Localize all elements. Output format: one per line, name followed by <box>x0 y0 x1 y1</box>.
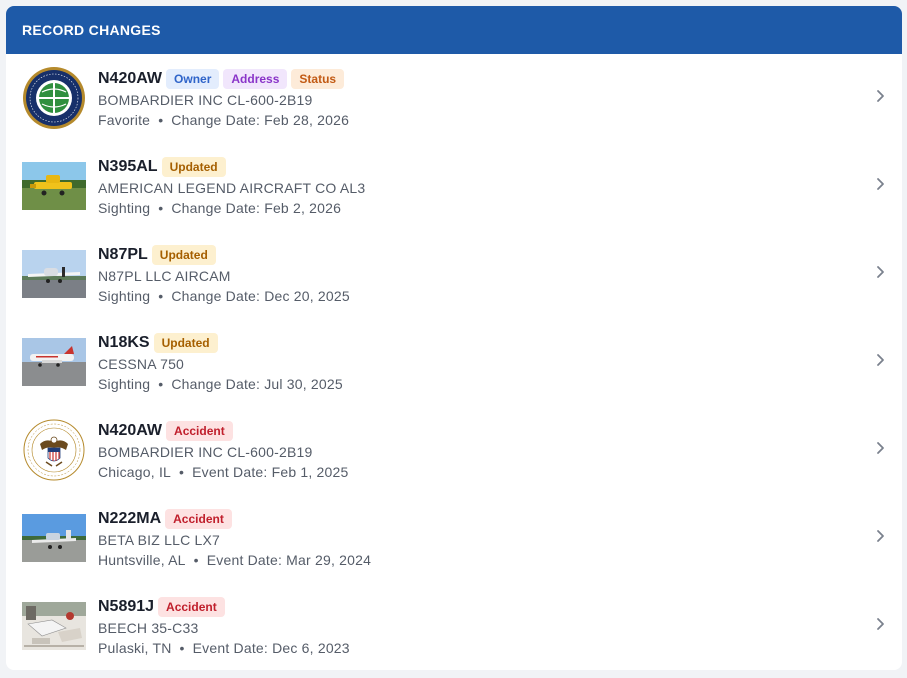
record-info: N18KS Updated CESSNA 750 Sighting • Change Da… <box>98 332 343 394</box>
chevron-right-icon[interactable] <box>876 614 888 634</box>
record-date: Event Date: Mar 29, 2024 <box>206 552 372 568</box>
chevron-right-icon[interactable] <box>876 174 888 194</box>
aircraft-photo-thumbnail <box>22 602 86 650</box>
record-source: Huntsville, AL <box>98 552 186 568</box>
separator-dot: • <box>158 112 164 128</box>
aircraft-photo-thumbnail <box>22 338 86 386</box>
accident-badge: Accident <box>165 509 232 529</box>
card-header: RECORD CHANGES <box>6 6 902 54</box>
record-heading: N87PL Updated <box>98 244 350 266</box>
aircraft-model: N87PL LLC AIRCAM <box>98 268 231 284</box>
separator-dot: • <box>179 640 185 656</box>
chevron-right-icon[interactable] <box>876 350 888 370</box>
aircraft-model: BETA BIZ LLC LX7 <box>98 532 220 548</box>
record-list: N420AW Owner Address Status BOMBARDIER INC C… <box>6 54 902 670</box>
aircraft-model: CESSNA 750 <box>98 356 185 372</box>
separator-dot: • <box>158 288 164 304</box>
record-source: Favorite <box>98 112 151 128</box>
tail-number: N420AW <box>98 422 163 439</box>
ntsb-seal-thumbnail <box>22 418 86 482</box>
aircraft-photo-thumbnail <box>22 514 86 562</box>
record-row[interactable]: N222MA Accident BETA BIZ LLC LX7 Huntsville… <box>6 494 902 582</box>
record-heading: N18KS Updated <box>98 332 343 354</box>
record-date: Event Date: Dec 6, 2023 <box>192 640 350 656</box>
record-source: Sighting <box>98 376 151 392</box>
aircraft-model: BOMBARDIER INC CL-600-2B19 <box>98 444 313 460</box>
record-meta: Chicago, IL • Event Date: Feb 1, 2025 <box>98 462 349 482</box>
chevron-right-icon[interactable] <box>876 438 888 458</box>
aircraft-model: AMERICAN LEGEND AIRCRAFT CO AL3 <box>98 180 366 196</box>
record-heading: N395AL Updated <box>98 156 365 178</box>
faa-seal-thumbnail <box>22 66 86 130</box>
record-row[interactable]: N5891J Accident BEECH 35-C33 Pulaski, TN • Ev… <box>6 582 902 670</box>
chevron-right-icon[interactable] <box>876 262 888 282</box>
separator-dot: • <box>158 376 164 392</box>
record-heading: N222MA Accident <box>98 508 371 530</box>
accident-badge: Accident <box>158 597 225 617</box>
record-date: Change Date: Feb 28, 2026 <box>171 112 350 128</box>
record-date: Change Date: Feb 2, 2026 <box>171 200 342 216</box>
record-meta: Sighting • Change Date: Feb 2, 2026 <box>98 198 365 218</box>
owner-badge: Owner <box>166 69 220 89</box>
updated-badge: Updated <box>161 157 226 177</box>
record-source: Chicago, IL <box>98 464 172 480</box>
tail-number: N87PL <box>98 246 148 263</box>
record-row[interactable]: N420AW Accident BOMBARDIER INC CL-600-2B19… <box>6 406 902 494</box>
record-heading: N420AW Owner Address Status <box>98 68 349 90</box>
record-date: Event Date: Feb 1, 2025 <box>192 464 349 480</box>
record-info: N420AW Accident BOMBARDIER INC CL-600-2B19… <box>98 420 349 482</box>
record-info: N5891J Accident BEECH 35-C33 Pulaski, TN • Ev… <box>98 596 350 658</box>
aircraft-photo-thumbnail <box>22 250 86 298</box>
tail-number: N5891J <box>98 598 155 615</box>
record-source: Sighting <box>98 288 151 304</box>
record-heading: N420AW Accident <box>98 420 349 442</box>
separator-dot: • <box>158 200 164 216</box>
record-meta: Huntsville, AL • Event Date: Mar 29, 2024 <box>98 550 371 570</box>
aircraft-model: BEECH 35-C33 <box>98 620 199 636</box>
record-heading: N5891J Accident <box>98 596 350 618</box>
record-meta: Sighting • Change Date: Dec 20, 2025 <box>98 286 350 306</box>
record-date: Change Date: Jul 30, 2025 <box>171 376 343 392</box>
tail-number: N395AL <box>98 158 158 175</box>
separator-dot: • <box>193 552 199 568</box>
tail-number: N420AW <box>98 70 163 87</box>
chevron-right-icon[interactable] <box>876 86 888 106</box>
record-meta: Pulaski, TN • Event Date: Dec 6, 2023 <box>98 638 350 658</box>
status-badge: Status <box>291 69 345 89</box>
record-info: N395AL Updated AMERICAN LEGEND AIRCRAFT CO… <box>98 156 365 218</box>
separator-dot: • <box>179 464 185 480</box>
record-row[interactable]: N420AW Owner Address Status BOMBARDIER INC C… <box>6 54 902 142</box>
record-info: N87PL Updated N87PL LLC AIRCAM Sighting • Cha… <box>98 244 350 306</box>
aircraft-photo-thumbnail <box>22 162 86 210</box>
record-meta: Favorite • Change Date: Feb 28, 2026 <box>98 110 349 130</box>
record-row[interactable]: N395AL Updated AMERICAN LEGEND AIRCRAFT CO… <box>6 142 902 230</box>
record-date: Change Date: Dec 20, 2025 <box>171 288 350 304</box>
record-row[interactable]: N18KS Updated CESSNA 750 Sighting • Change Da… <box>6 318 902 406</box>
updated-badge: Updated <box>153 333 218 353</box>
address-badge: Address <box>223 69 288 89</box>
record-row[interactable]: N87PL Updated N87PL LLC AIRCAM Sighting • Cha… <box>6 230 902 318</box>
record-info: N420AW Owner Address Status BOMBARDIER INC C… <box>98 68 349 130</box>
aircraft-model: BOMBARDIER INC CL-600-2B19 <box>98 92 313 108</box>
card-title: RECORD CHANGES <box>22 22 161 38</box>
tail-number: N18KS <box>98 334 150 351</box>
record-changes-card: RECORD CHANGES N420AW Owner Address Status B… <box>6 6 902 670</box>
record-source: Sighting <box>98 200 151 216</box>
tail-number: N222MA <box>98 510 162 527</box>
updated-badge: Updated <box>151 245 216 265</box>
accident-badge: Accident <box>166 421 233 441</box>
chevron-right-icon[interactable] <box>876 526 888 546</box>
record-meta: Sighting • Change Date: Jul 30, 2025 <box>98 374 343 394</box>
record-info: N222MA Accident BETA BIZ LLC LX7 Huntsville… <box>98 508 371 570</box>
record-source: Pulaski, TN <box>98 640 172 656</box>
